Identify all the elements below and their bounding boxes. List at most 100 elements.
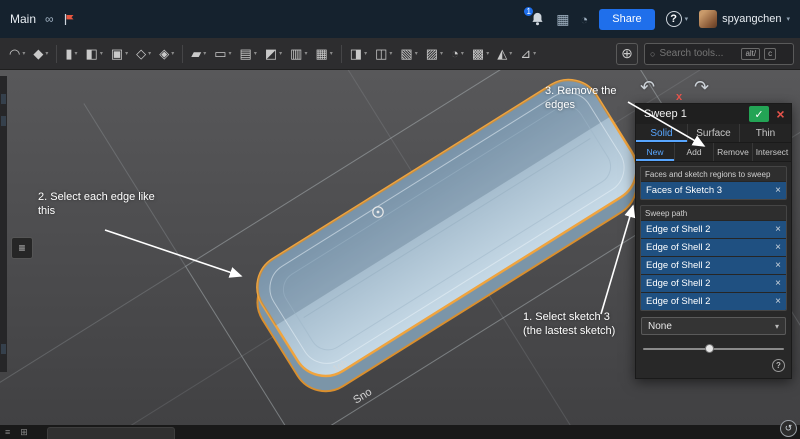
faces-section: Faces and sketch regions to sweep Faces … [640, 166, 787, 200]
toolbar-divider [182, 44, 184, 63]
list-item[interactable]: Edge of Shell 2 × [641, 292, 786, 310]
chevron-down-icon: ▾ [786, 16, 790, 23]
model-part[interactable] [238, 70, 656, 404]
toolbar-tool-icon[interactable]: ▥ [287, 45, 310, 62]
remove-selection-icon[interactable]: × [775, 224, 781, 235]
confirm-button[interactable]: ✓ [749, 106, 769, 122]
tab-intersect[interactable]: Intersect [753, 143, 791, 161]
toolbar-tool-icon[interactable]: ▨ [423, 45, 446, 62]
flag-icon[interactable] [63, 13, 75, 26]
dialog-title: Sweep 1 [644, 108, 687, 120]
toolbar-tool-icon[interactable]: ◧ [83, 45, 106, 62]
toolbar-tool-icon[interactable]: ◭ [494, 45, 515, 62]
toolbar-divider [56, 44, 58, 63]
usage-meter-icon[interactable]: ◔ [580, 13, 588, 26]
toolbar-tool-icon[interactable]: ◔ [448, 45, 467, 62]
dialog-header[interactable]: Sweep 1 ✓ × [636, 104, 791, 124]
tab-bar: ≡ ⊞ [0, 425, 800, 439]
tab-surface[interactable]: Surface [688, 124, 740, 142]
toolbar-tool-icon[interactable]: ▤ [237, 45, 260, 62]
tab-solid[interactable]: Solid [636, 124, 688, 142]
profile-dropdown[interactable]: None ▾ [641, 317, 786, 335]
result-type-tabs: Solid Surface Thin [636, 124, 791, 143]
chevron-down-icon: ▾ [684, 16, 689, 23]
panel-mark [1, 344, 6, 354]
tab-manager-icon[interactable]: ≡ [5, 428, 10, 437]
isolate-target-icon[interactable]: ⊕ [616, 42, 638, 65]
selection-label: Faces of Sketch 3 [646, 185, 723, 196]
remove-selection-icon[interactable]: × [775, 296, 781, 307]
app-header: Main ∞ 1 ▦ ◔ Share ? ▾ spyangchen ▾ [0, 0, 800, 38]
tab-thin[interactable]: Thin [740, 124, 791, 142]
help-menu[interactable]: ? ▾ [665, 11, 689, 27]
selection-label: Edge of Shell 2 [646, 242, 711, 253]
list-item[interactable]: Edge of Shell 2 × [641, 256, 786, 274]
part-label: Sno [351, 386, 374, 407]
feedback-bubble-button[interactable]: ↺ [780, 420, 797, 437]
remove-selection-icon[interactable]: × [775, 242, 781, 253]
toolbar-tool-icon[interactable]: ▩ [469, 45, 492, 62]
remove-selection-icon[interactable]: × [775, 278, 781, 289]
list-item[interactable]: Faces of Sketch 3 × [641, 181, 786, 199]
panel-mark [1, 94, 6, 104]
feedback-icon: ↺ [784, 423, 793, 433]
search-icon: ○ [650, 48, 656, 59]
boolean-tabs: New Add Remove Intersect [636, 143, 791, 162]
toolbar-tool-icon[interactable]: ▧ [397, 45, 420, 62]
slider-handle[interactable] [705, 344, 715, 353]
list-item[interactable]: Edge of Shell 2 × [641, 238, 786, 256]
feature-list-toggle-button[interactable]: ≡ [11, 237, 33, 259]
workspace-name[interactable]: Main [10, 12, 36, 26]
selection-label: Edge of Shell 2 [646, 278, 711, 289]
dialog-body: Faces and sketch regions to sweep Faces … [636, 162, 791, 378]
toolbar-tool-icon[interactable]: ⊿ [517, 45, 539, 62]
toolbar-tool-icon[interactable]: ▣ [108, 45, 131, 62]
toolbar-tool-icon[interactable]: ◫ [372, 45, 395, 62]
sweep-feature-dialog: Sweep 1 ✓ × Solid Surface Thin New Add R… [635, 103, 792, 379]
tab-remove[interactable]: Remove [714, 143, 753, 161]
toolbar-tool-icon[interactable]: ◠ [6, 45, 28, 62]
toolbar-tool-icon[interactable]: ▦ [312, 45, 335, 62]
toolbar-tool-icon[interactable]: ◈ [156, 45, 177, 62]
collapsed-panel-strip [0, 76, 7, 372]
kbd-shortcut-key: c [764, 47, 777, 60]
tab-new[interactable]: New [636, 143, 675, 161]
sweep-path-section: Sweep path Edge of Shell 2 × Edge of She… [640, 205, 787, 311]
faces-section-label: Faces and sketch regions to sweep [645, 170, 771, 179]
toolbar-tool-icon[interactable]: ▭ [211, 45, 234, 62]
tab-add[interactable]: Add [675, 143, 714, 161]
feature-toolbar: ◠ ◆ ▮ ◧ ▣ ◇ ◈ ▰ ▭ ▤ ◩ ▥ ▦ ◨ ◫ ▧ ▨ ◔ ▩ ◭ … [0, 38, 800, 70]
toolbar-tool-icon[interactable]: ◨ [347, 45, 370, 62]
toolbar-tool-icon[interactable]: ◆ [30, 45, 51, 62]
tab-grid-icon[interactable]: ⊞ [20, 428, 28, 437]
search-input[interactable] [659, 48, 738, 59]
toolbar-divider [340, 44, 342, 63]
dialog-help-icon[interactable]: ? [772, 359, 785, 372]
selection-label: Edge of Shell 2 [646, 260, 711, 271]
list-item[interactable]: Edge of Shell 2 × [641, 220, 786, 238]
avatar [699, 10, 718, 28]
share-button[interactable]: Share [599, 8, 655, 30]
opacity-slider[interactable] [643, 344, 784, 354]
toolbar-tool-icon[interactable]: ▰ [188, 45, 209, 62]
panel-mark [1, 116, 6, 126]
user-menu[interactable]: spyangchen ▾ [699, 10, 790, 28]
link-icon[interactable]: ∞ [45, 13, 54, 25]
chevron-down-icon: ▾ [774, 321, 779, 331]
help-icon: ? [665, 11, 682, 27]
toolbar-tool-icon[interactable]: ▮ [62, 45, 80, 62]
remove-selection-icon[interactable]: × [775, 185, 781, 196]
document-tab[interactable] [46, 427, 175, 439]
toolbar-tool-icon[interactable]: ◩ [262, 45, 285, 62]
app-grid-icon[interactable]: ▦ [556, 12, 569, 26]
viewport[interactable]: 1qb Sno ≡ Sweep 1 ✓ × Solid Surface Thin [0, 70, 800, 425]
cancel-button[interactable]: × [773, 107, 788, 121]
toolbar-tool-icon[interactable]: ◇ [133, 45, 154, 62]
dialog-footer: ? [640, 354, 787, 374]
list-item[interactable]: Edge of Shell 2 × [641, 274, 786, 292]
notifications-button[interactable]: 1 [522, 5, 545, 27]
search-tools-box[interactable]: ○ alt/ c [644, 42, 794, 65]
remove-selection-icon[interactable]: × [775, 260, 781, 271]
username: spyangchen [722, 13, 782, 25]
sweep-path-label: Sweep path [645, 209, 688, 218]
